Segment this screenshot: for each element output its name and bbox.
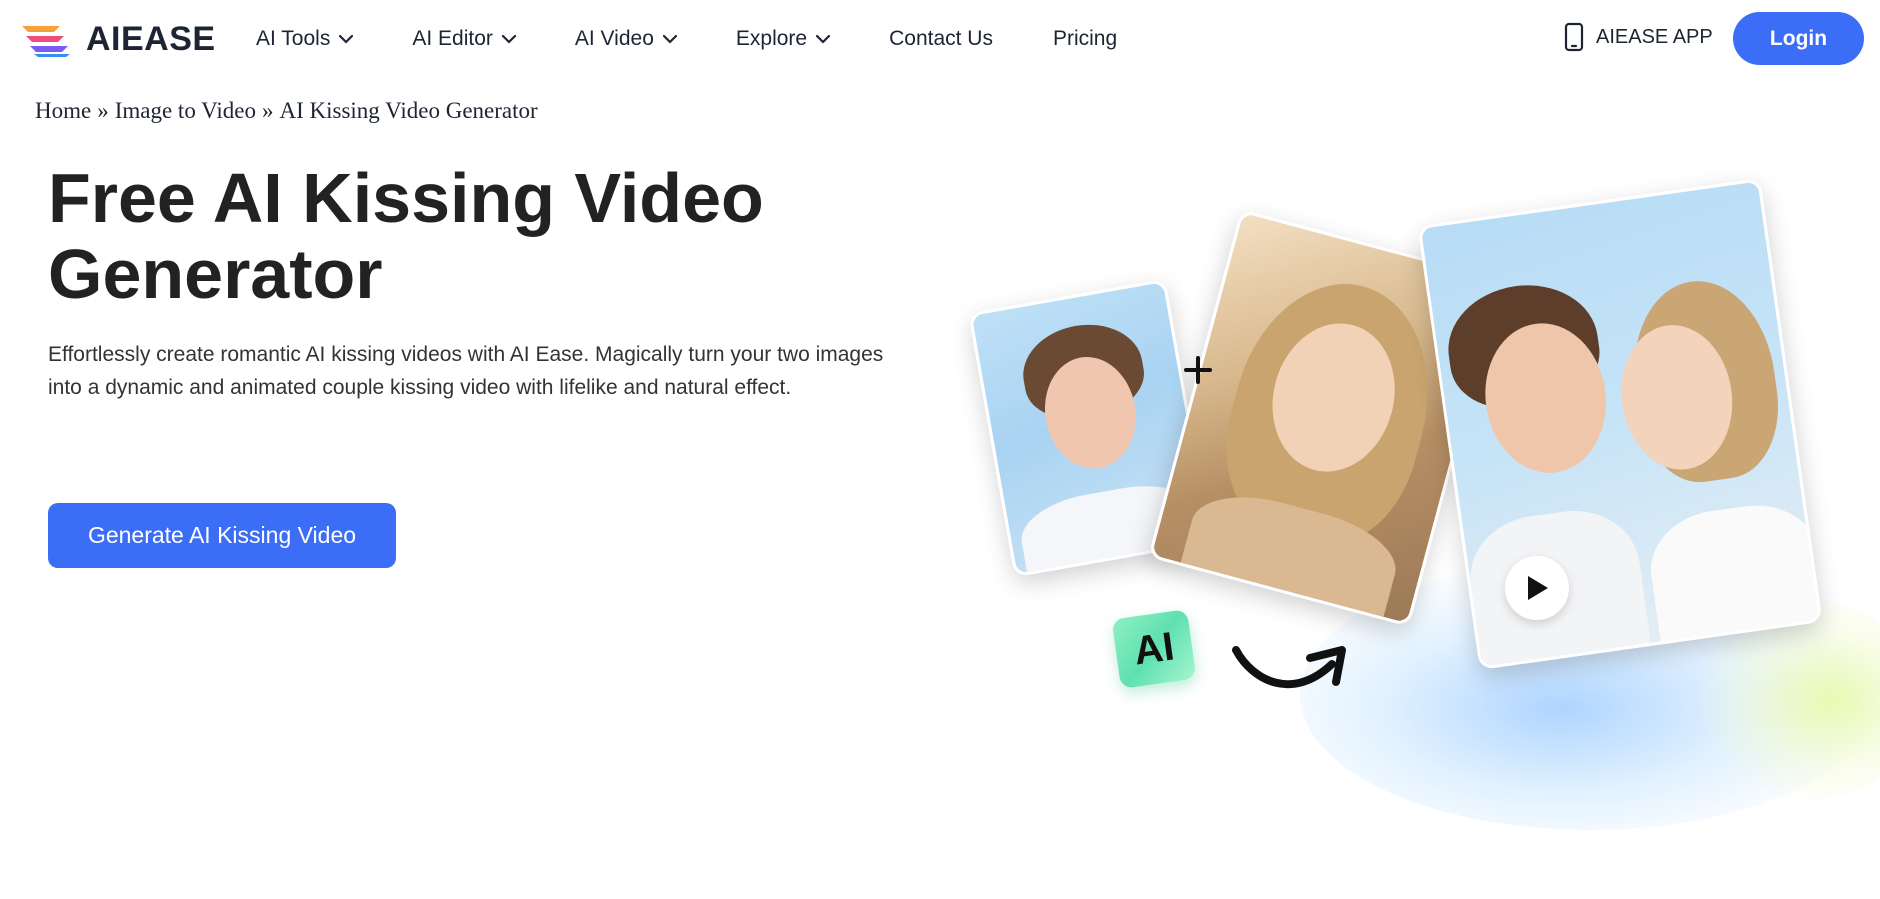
breadcrumb-separator: » — [97, 98, 109, 123]
nav-label: Pricing — [1052, 27, 1118, 50]
hero-description: Effortlessly create romantic AI kissing … — [48, 343, 884, 399]
nav-label: AI Editor — [412, 27, 493, 50]
nav-ai-video[interactable]: AI Video — [575, 24, 678, 54]
nav-explore[interactable]: Explore — [736, 24, 831, 54]
ai-badge: AI — [1111, 609, 1197, 689]
breadcrumb-current: AI Kissing Video Generator — [279, 98, 538, 123]
app-download-link[interactable]: AIEASE APP — [1564, 22, 1713, 52]
nav-pricing[interactable]: Pricing — [1053, 24, 1117, 54]
breadcrumb-home[interactable]: Home — [35, 98, 91, 124]
logo-icon — [22, 25, 70, 57]
kissing-couple-video-preview — [1417, 178, 1823, 670]
nav-ai-editor[interactable]: AI Editor — [412, 24, 517, 54]
brand-logo[interactable]: AIEASE — [20, 20, 216, 59]
nav-ai-tools[interactable]: AI Tools — [256, 24, 354, 54]
phone-icon — [1564, 22, 1584, 52]
breadcrumb-image-to-video[interactable]: Image to Video — [115, 98, 256, 124]
plus-icon — [1184, 356, 1212, 384]
login-button[interactable]: Login — [1733, 12, 1864, 65]
main-nav: AI Tools AI Editor AI Video Explore Cont… — [256, 24, 1177, 54]
nav-label: Explore — [735, 27, 808, 50]
play-button[interactable] — [1505, 556, 1569, 620]
nav-label: AI Tools — [256, 27, 331, 50]
breadcrumb: Home » Image to Video » AI Kissing Video… — [35, 98, 538, 124]
chevron-down-icon — [501, 34, 516, 44]
curved-arrow-icon — [1232, 646, 1346, 689]
chevron-down-icon — [815, 34, 831, 44]
page-title: Free AI Kissing Video Generator — [48, 159, 764, 313]
nav-contact-us[interactable]: Contact Us — [889, 24, 993, 54]
site-header: AIEASE AI Tools AI Editor AI Video Explo… — [0, 0, 1880, 78]
play-icon — [1528, 576, 1548, 600]
app-label: AIEASE APP — [1596, 25, 1713, 48]
brand-name: AIEASE — [86, 20, 216, 58]
chevron-down-icon — [339, 34, 354, 44]
breadcrumb-separator: » — [262, 98, 274, 123]
nav-label: AI Video — [574, 27, 654, 50]
generate-video-button[interactable]: Generate AI Kissing Video — [48, 503, 396, 568]
nav-label: Contact Us — [889, 27, 993, 50]
chevron-down-icon — [662, 34, 677, 44]
